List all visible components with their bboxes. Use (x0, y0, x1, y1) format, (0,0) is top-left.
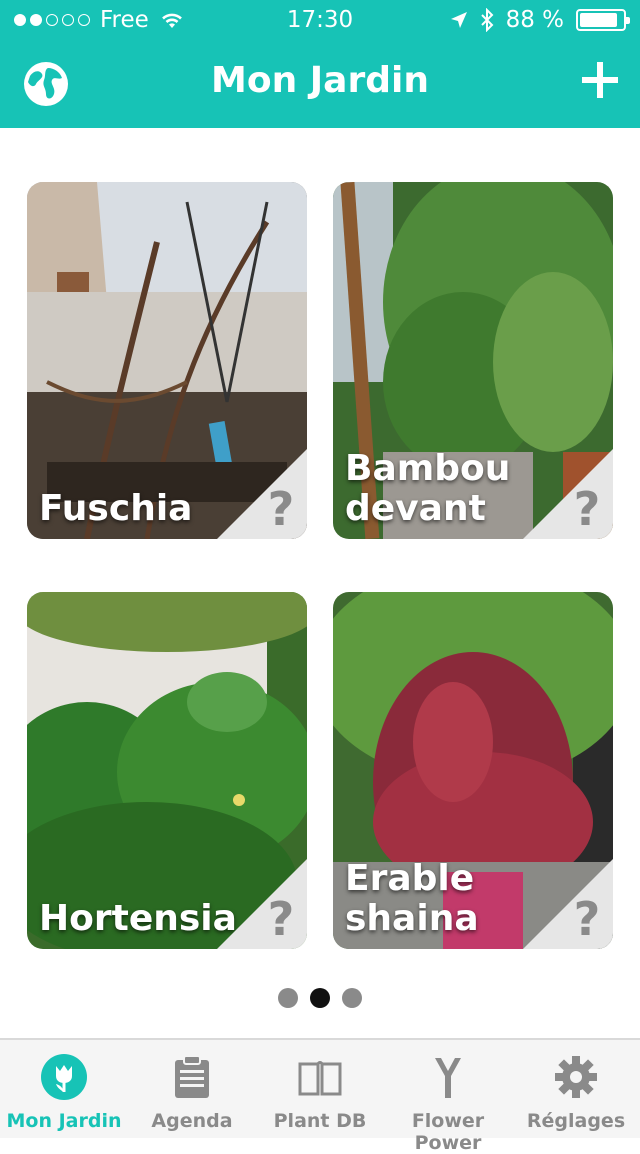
plant-card[interactable]: Hortensia ? (27, 592, 307, 949)
battery-percent: 88 % (505, 7, 564, 33)
tab-label: Mon Jardin (6, 1110, 122, 1132)
tab-reglages[interactable]: Réglages (512, 1040, 640, 1138)
plant-name: Hortensia (39, 898, 237, 939)
book-icon (298, 1061, 342, 1096)
svg-text:?: ? (574, 482, 601, 536)
add-plant-button[interactable] (582, 62, 618, 98)
plant-card[interactable]: Erable shaina ? (333, 592, 613, 949)
page-title: Mon Jardin (211, 60, 429, 101)
tab-label: Réglages (526, 1110, 626, 1132)
svg-text:?: ? (268, 482, 295, 536)
tab-flower-power[interactable]: Flower Power (384, 1040, 512, 1154)
page-dot[interactable] (342, 988, 362, 1008)
help-icon[interactable]: ? (523, 859, 613, 949)
bluetooth-icon (480, 8, 493, 32)
plant-card[interactable]: Bambou devant ? (333, 182, 613, 539)
page-dot[interactable] (278, 988, 298, 1008)
tab-plant-db[interactable]: Plant DB (256, 1040, 384, 1138)
tulip-icon (41, 1054, 87, 1100)
svg-text:?: ? (268, 892, 295, 946)
top-bar: Free 17:30 88 % Mon Jardin (0, 0, 640, 128)
tab-label: Agenda (151, 1110, 233, 1132)
tab-label: Flower Power (411, 1110, 485, 1154)
plant-grid: Fuschia ? Bambou devant ? Hortensia ? Er… (0, 128, 640, 1038)
tab-agenda[interactable]: Agenda (128, 1040, 256, 1138)
plant-name: Fuschia (39, 488, 193, 529)
help-icon[interactable]: ? (523, 449, 613, 539)
page-indicator[interactable] (0, 988, 640, 1008)
clipboard-icon (175, 1055, 209, 1098)
help-icon[interactable]: ? (217, 859, 307, 949)
help-icon[interactable]: ? (217, 449, 307, 539)
gear-icon (555, 1056, 597, 1098)
plant-card[interactable]: Fuschia ? (27, 182, 307, 539)
status-bar: Free 17:30 88 % (0, 0, 640, 40)
svg-text:?: ? (574, 892, 601, 946)
location-arrow-icon (450, 12, 467, 28)
page-dot-active[interactable] (310, 988, 330, 1008)
tab-mon-jardin[interactable]: Mon Jardin (0, 1040, 128, 1138)
tab-label: Plant DB (273, 1110, 367, 1132)
plant-name: Bambou devant (345, 448, 511, 529)
sensor-icon (435, 1058, 461, 1098)
tab-bar: Mon Jardin Agenda Plant DB Flower Power (0, 1038, 640, 1154)
battery-icon (576, 9, 630, 31)
plant-name: Erable shaina (345, 858, 479, 939)
